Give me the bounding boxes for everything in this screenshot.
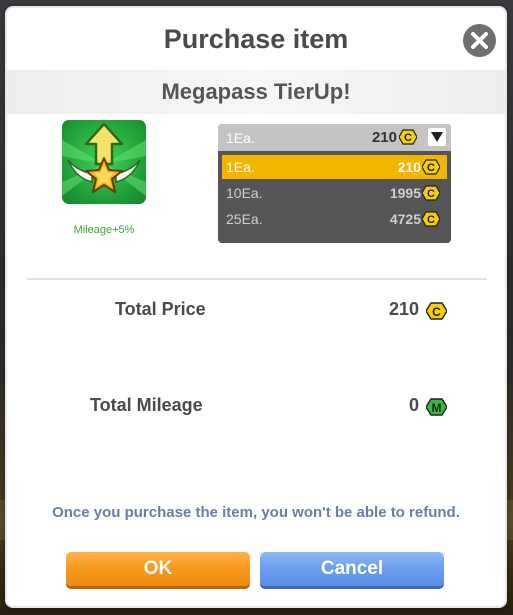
ok-button[interactable]: OK — [66, 552, 250, 586]
total-price-value: 210 — [388, 299, 419, 319]
option-label: 10Ea. — [226, 185, 263, 201]
selected-price: 210 — [371, 129, 397, 146]
selected-quantity: 1Ea. — [226, 130, 255, 146]
coin-icon: C — [422, 185, 440, 201]
svg-text:M: M — [432, 401, 442, 415]
svg-text:C: C — [427, 188, 435, 200]
svg-text:C: C — [404, 132, 412, 144]
option-label: 25Ea. — [226, 211, 263, 227]
coin-icon: C — [422, 211, 440, 227]
option-label: 1Ea. — [226, 159, 255, 175]
refund-notice: Once you purchase the item, you won't be… — [52, 504, 460, 521]
close-button[interactable] — [463, 24, 496, 57]
dropdown-toggle[interactable] — [428, 128, 446, 146]
cancel-button[interactable]: Cancel — [260, 552, 444, 586]
option-price: 4725 — [389, 211, 421, 227]
option-price: 210 — [397, 159, 421, 175]
quantity-option[interactable]: 25Ea. 4725 C — [222, 207, 447, 231]
chevron-down-icon — [431, 132, 443, 142]
total-mileage-label: Total Mileage — [90, 395, 203, 415]
total-price-label: Total Price — [115, 299, 206, 319]
coin-icon: C — [399, 129, 417, 145]
coin-icon: C — [422, 159, 440, 175]
svg-text:C: C — [427, 214, 435, 226]
coin-icon: C — [426, 302, 447, 320]
quantity-select[interactable]: 1Ea. 210 C — [218, 124, 451, 151]
close-icon — [471, 32, 488, 49]
purchase-dialog: Purchase item Megapass TierUp! Mileage+5… — [7, 8, 505, 606]
svg-text:C: C — [432, 305, 441, 319]
total-mileage-value: 0 — [408, 395, 419, 415]
svg-text:C: C — [427, 162, 435, 174]
star-tier-up-icon — [62, 120, 146, 204]
mileage-icon: M — [426, 398, 447, 416]
dialog-title: Purchase item — [163, 24, 349, 54]
quantity-option[interactable]: 1Ea. 210 C — [222, 155, 447, 179]
quantity-dropdown: 1Ea. 210 C 1Ea. 210 C 10Ea. 1995 C 25Ea.… — [218, 124, 451, 243]
option-price: 1995 — [389, 185, 421, 201]
mileage-bonus-label: Mileage+5% — [73, 224, 135, 236]
item-name: Megapass TierUp! — [7, 70, 505, 114]
divider — [27, 278, 487, 280]
quantity-option[interactable]: 10Ea. 1995 C — [222, 181, 447, 205]
